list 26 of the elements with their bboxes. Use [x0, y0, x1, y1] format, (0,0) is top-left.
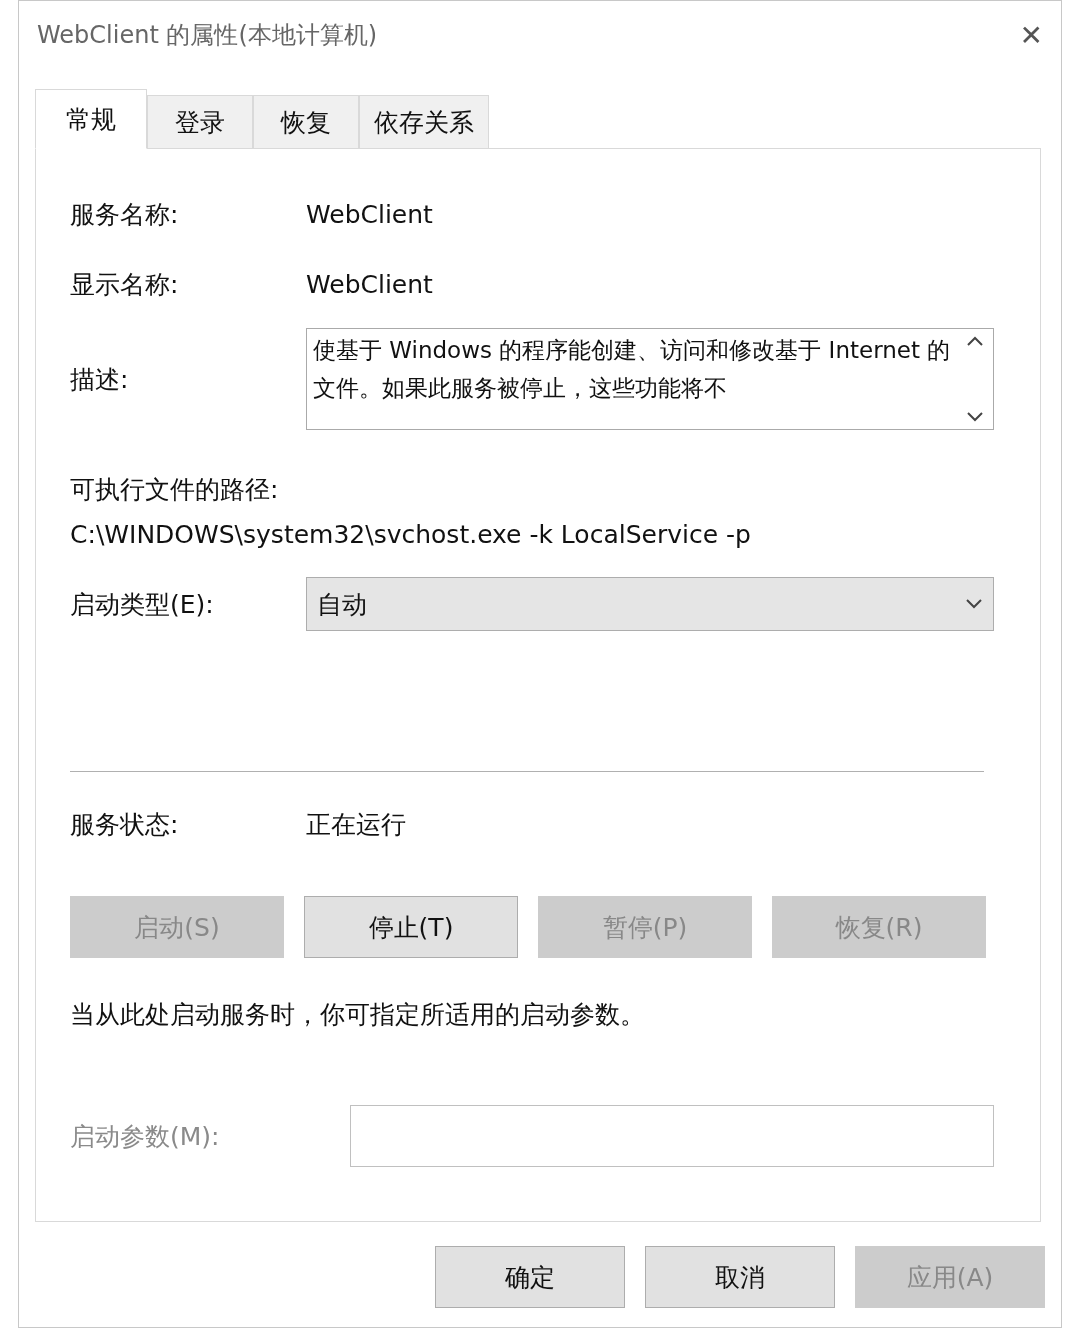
field-value: WebClient: [306, 269, 433, 299]
tab[interactable]: 恢复: [253, 95, 359, 149]
tab[interactable]: 依存关系: [359, 95, 489, 149]
service-button[interactable]: 停止(T): [304, 896, 518, 958]
scroll-up-icon[interactable]: [966, 335, 984, 347]
field-label: 显示名称:: [70, 268, 180, 301]
field-label: 启动类型(E):: [70, 588, 215, 621]
scroll-down-icon[interactable]: [966, 411, 984, 423]
field-label: 描述:: [70, 363, 130, 396]
field-label: 启动参数(M):: [70, 1120, 221, 1153]
dialog-button[interactable]: 取消: [645, 1246, 835, 1308]
field-label: 服务名称:: [70, 198, 180, 231]
field-label: 可执行文件的路径:: [70, 474, 280, 506]
path-value: C:\WINDOWS\system32\svchost.exe -k LocalService -p: [70, 520, 752, 549]
hint-text: 当从此处启动服务时，你可指定所适用的启动参数。: [70, 999, 646, 1031]
tab[interactable]: 常规: [35, 89, 147, 149]
close-button[interactable]: ✕: [1019, 18, 1043, 52]
description-box[interactable]: 使基于 Windows 的程序能创建、访问和修改基于 Internet 的文件。如果此服务被停止，这些功能将不: [306, 328, 994, 430]
window-title: WebClient 的属性(本地计算机): [37, 20, 378, 51]
field-label: 服务状态:: [70, 808, 180, 841]
tab[interactable]: 登录: [147, 95, 253, 149]
startup-type-dropdown[interactable]: 自动: [306, 577, 994, 631]
field-value: WebClient: [306, 199, 433, 229]
dialog-button[interactable]: 确定: [435, 1246, 625, 1308]
chevron-down-icon[interactable]: [965, 598, 983, 610]
status-value: 正在运行: [306, 808, 406, 841]
